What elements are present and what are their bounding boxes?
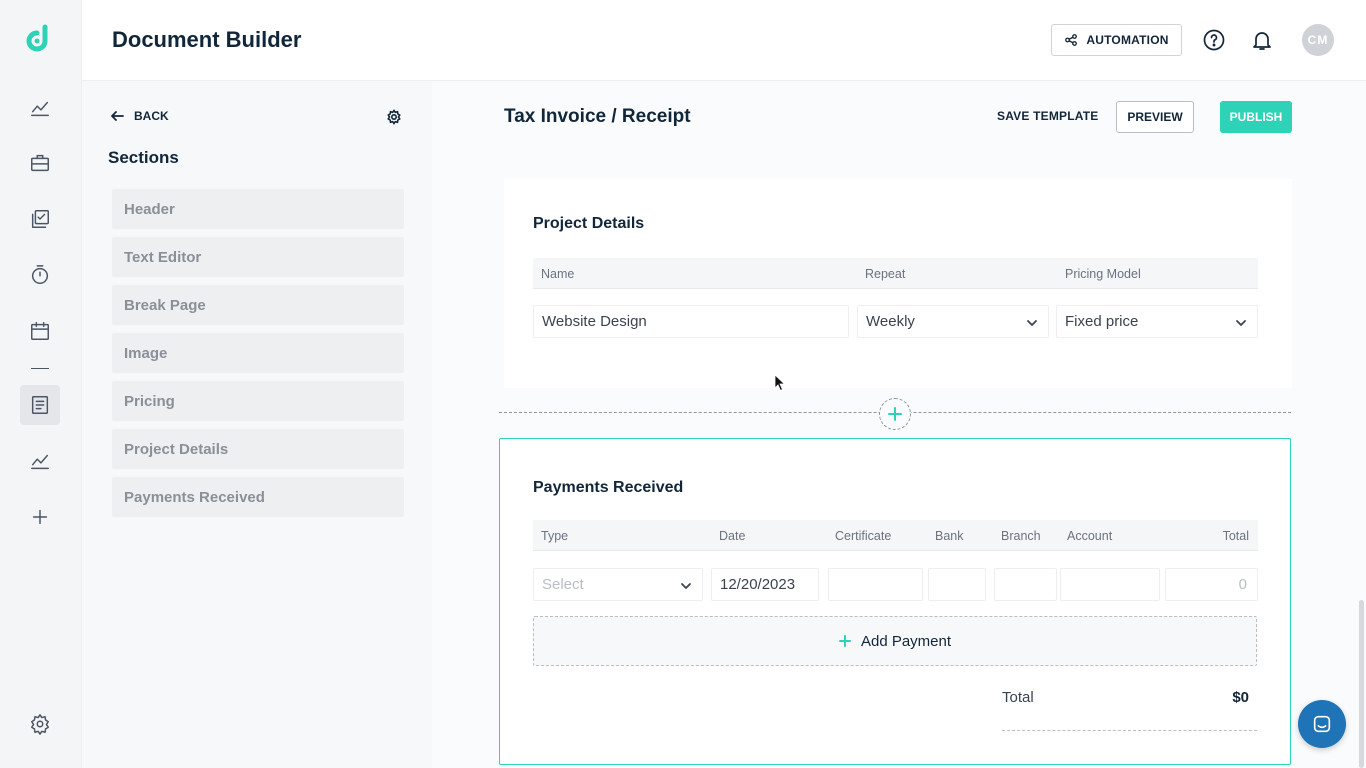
chevron-down-icon [680,579,692,591]
payment-type-placeholder: Select [542,576,584,593]
payments-total-value: $0 [1232,689,1249,706]
automation-icon [1065,34,1078,46]
top-bar: Document Builder AUTOMATION CM [82,0,1366,81]
total-underline [1002,730,1257,731]
add-payment-button[interactable]: Add Payment [533,616,1257,666]
document-title: Tax Invoice / Receipt [504,106,691,127]
project-details-header-row: Name Repeat Pricing Model [533,258,1258,289]
payment-date-input[interactable]: 12/20/2023 [711,568,819,601]
chat-widget-button[interactable] [1298,700,1346,748]
payment-type-select[interactable]: Select [533,568,703,601]
repeat-select[interactable]: Weekly [857,305,1049,338]
section-item-pricing[interactable]: Pricing [112,381,404,421]
save-template-button[interactable]: SAVE TEMPLATE [997,109,1099,123]
add-section-button[interactable] [879,398,911,430]
column-header-pricing-model: Pricing Model [1065,267,1141,281]
automation-label: AUTOMATION [1086,33,1169,47]
section-item-payments-received[interactable]: Payments Received [112,477,404,517]
avatar[interactable]: CM [1302,24,1334,56]
rail-divider [31,368,49,369]
arrow-left-icon [111,111,124,121]
payment-bank-input[interactable] [928,568,986,601]
column-header-certificate: Certificate [835,529,892,543]
payments-total-label: Total [1002,689,1034,706]
section-item-text-editor[interactable]: Text Editor [112,237,404,277]
pricing-model-select-value: Fixed price [1065,313,1139,330]
pricing-model-select[interactable]: Fixed price [1056,305,1258,338]
panel-settings-icon[interactable] [386,109,402,125]
column-header-type: Type [541,529,569,543]
section-item-break-page[interactable]: Break Page [112,285,404,325]
bell-icon[interactable] [1250,28,1274,52]
column-header-name: Name [541,267,575,281]
payment-branch-input[interactable] [994,568,1057,601]
add-payment-label: Add Payment [860,632,952,650]
column-header-account: Account [1067,529,1113,543]
reports-icon[interactable] [20,441,60,481]
chat-icon [1313,715,1331,733]
section-item-image[interactable]: Image [112,333,404,373]
payment-total-input[interactable]: 0 [1165,568,1258,601]
briefcase-icon[interactable] [20,143,60,183]
add-icon[interactable] [20,497,60,537]
calendar-icon[interactable] [20,311,60,351]
repeat-select-value: Weekly [866,313,915,330]
automation-button[interactable]: AUTOMATION [1051,24,1182,56]
publish-button[interactable]: PUBLISH [1220,101,1292,133]
back-label: BACK [134,109,169,123]
editor-canvas: Tax Invoice / Receipt SAVE TEMPLATE PREV… [432,81,1366,768]
sections-title: Sections [108,148,179,167]
analytics-icon[interactable] [20,88,60,128]
help-icon[interactable] [1202,28,1226,52]
project-details-section[interactable]: Project Details Name Repeat Pricing Mode… [504,179,1292,388]
mouse-cursor-icon [774,374,786,392]
chevron-down-icon [1235,316,1247,328]
preview-button[interactable]: PREVIEW [1116,101,1194,133]
timer-icon[interactable] [20,255,60,295]
payment-account-input[interactable] [1060,568,1160,601]
column-header-bank: Bank [935,529,964,543]
project-name-input[interactable]: Website Design [533,305,849,338]
logo-icon[interactable] [24,24,56,56]
column-header-branch: Branch [1001,529,1041,543]
page-title: Document Builder [112,27,302,52]
project-details-title: Project Details [533,215,645,232]
plus-icon [888,407,902,421]
icon-rail [0,0,82,768]
sections-list: Header Text Editor Break Page Image Pric… [112,189,404,525]
documents-icon[interactable] [20,385,60,425]
section-item-header[interactable]: Header [112,189,404,229]
section-item-project-details[interactable]: Project Details [112,429,404,469]
payments-header-row: Type Date Certificate Bank Branch Accoun… [533,520,1258,551]
settings-icon[interactable] [20,704,60,744]
column-header-total: Total [1222,529,1249,543]
page-scrollbar[interactable] [1359,600,1364,768]
plus-icon [838,635,851,647]
payments-received-section[interactable]: Payments Received Type Date Certificate … [499,438,1291,765]
tasks-icon[interactable] [20,199,60,239]
sections-panel: BACK Sections Header Text Editor Break P… [82,81,432,768]
column-header-repeat: Repeat [865,267,906,281]
chevron-down-icon [1026,316,1038,328]
back-button[interactable]: BACK [110,109,169,123]
payment-certificate-input[interactable] [828,568,923,601]
column-header-date: Date [719,529,746,543]
payments-received-title: Payments Received [533,479,684,496]
